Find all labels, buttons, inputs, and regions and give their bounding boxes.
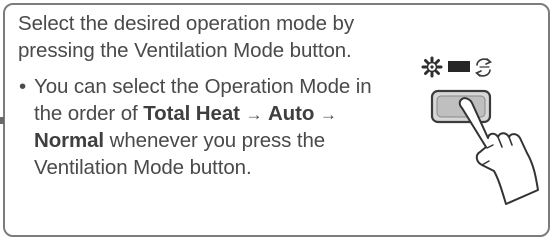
mode-normal: Normal <box>34 129 105 152</box>
bar-indicator-icon <box>448 61 470 72</box>
mode-auto: Auto <box>267 101 315 125</box>
bullet-mark: • <box>19 75 27 98</box>
pointing-hand-icon <box>458 97 539 205</box>
cycle-icon <box>475 58 492 77</box>
order-prefix: the order of <box>34 101 138 125</box>
intro-text: Select the desired operation mode by pre… <box>18 11 418 64</box>
bullet-line-4: Ventilation Mode button. <box>34 155 252 179</box>
intro-line-2: pressing the Ventilation Mode button. <box>18 38 352 62</box>
remote-button-illustration <box>410 44 550 219</box>
mode-total-heat: Total Heat <box>143 101 240 125</box>
intro-line-1: Select the desired operation mode by <box>18 12 355 35</box>
arrow-2: → <box>319 104 337 124</box>
panel-edge-mark <box>0 117 4 124</box>
fan-snowflake-icon <box>421 56 443 78</box>
instruction-text: Select the desired operation mode by pre… <box>18 11 418 181</box>
bullet-line-2: the order of Total Heat → Auto → <box>34 101 418 129</box>
bullet-line-1: You can select the Operation Mode in <box>34 75 372 98</box>
arrow-1: → <box>245 104 263 124</box>
order-suffix: whenever you press the <box>109 129 326 152</box>
bullet-line-3: Normal whenever you press the <box>34 128 418 155</box>
bullet-item: • You can select the Operation Mode in t… <box>18 74 418 181</box>
